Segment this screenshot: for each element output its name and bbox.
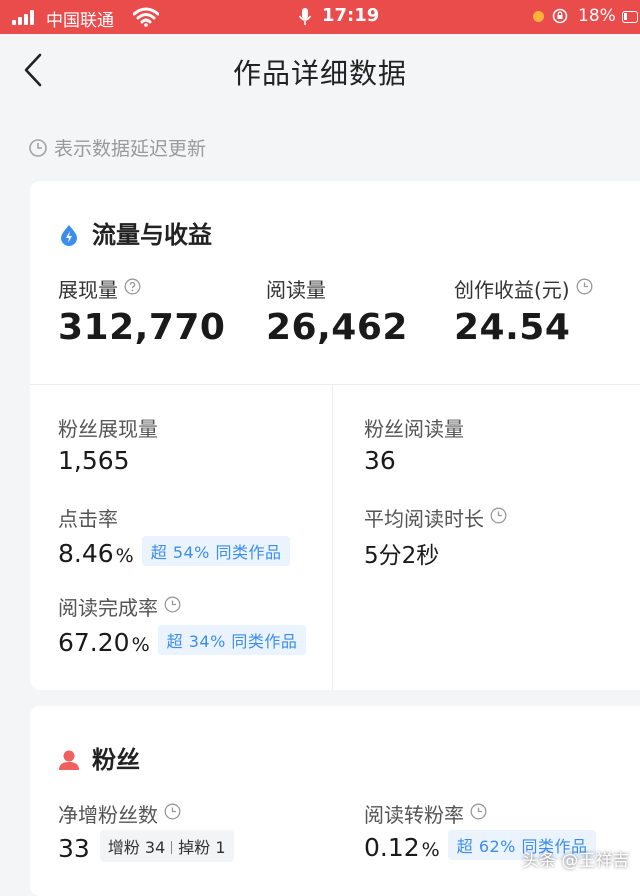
earnings-label: 创作收益(元) — [454, 274, 593, 303]
status-bar: 中国联通 17:19 18% — [0, 0, 640, 34]
earnings-label-text: 创作收益(元) — [454, 278, 570, 302]
lightning-drop-icon — [61, 225, 77, 246]
fan-reads-label: 粉丝阅读量 — [364, 417, 464, 441]
ctr-unit: % — [115, 545, 134, 567]
gain-loss-badge: 增粉 34 掉粉 1 — [99, 830, 234, 862]
net-gain-value: 33 增粉 34 掉粉 1 — [58, 830, 234, 863]
avg-read-time-label-text: 平均阅读时长 — [364, 507, 484, 531]
delay-notice: 表示数据延迟更新 — [28, 134, 206, 161]
fans-section-title: 粉丝 — [58, 740, 140, 775]
watermark: 头条 @王祥吉 — [522, 851, 630, 871]
fans-title-text: 粉丝 — [92, 746, 140, 774]
impressions-label-text: 展现量 — [58, 278, 118, 302]
completion-label-text: 阅读完成率 — [58, 596, 158, 620]
battery-percent: 18% — [578, 6, 616, 26]
rotation-lock-icon — [552, 8, 568, 24]
status-time: 17:19 — [322, 5, 380, 26]
divider — [332, 385, 333, 690]
clock-icon[interactable] — [470, 803, 487, 820]
completion-label: 阅读完成率 — [58, 592, 181, 621]
completion-number: 67.20 — [58, 628, 130, 657]
net-gain-label: 净增粉丝数 — [58, 799, 181, 828]
clock-icon[interactable] — [164, 803, 181, 820]
signal-icon — [12, 9, 38, 25]
clock-icon[interactable] — [576, 278, 593, 295]
conversion-number: 0.12 — [364, 833, 420, 862]
ctr-number: 8.46 — [58, 539, 114, 568]
clock-icon — [29, 139, 47, 157]
person-icon — [59, 750, 79, 770]
completion-unit: % — [131, 634, 150, 656]
conversion-label-text: 阅读转粉率 — [364, 803, 464, 827]
net-gain-number: 33 — [58, 834, 90, 863]
recording-dot-icon — [533, 11, 544, 22]
help-icon[interactable] — [124, 278, 141, 295]
traffic-title-text: 流量与收益 — [92, 221, 212, 249]
impressions-value: 312,770 — [58, 307, 226, 348]
fan-reads-value: 36 — [364, 446, 396, 475]
clock-icon[interactable] — [490, 507, 507, 524]
traffic-earnings-card: 流量与收益 展现量 312,770 阅读量 26,462 创作收益(元) 24.… — [30, 181, 640, 690]
avg-read-time-label: 平均阅读时长 — [364, 503, 507, 532]
earnings-value: 24.54 — [454, 307, 571, 348]
fan-impressions-value: 1,565 — [58, 446, 130, 475]
conversion-label: 阅读转粉率 — [364, 799, 487, 828]
impressions-label: 展现量 — [58, 274, 141, 303]
reads-label: 阅读量 — [266, 278, 326, 302]
wifi-icon — [133, 7, 159, 27]
battery-icon — [622, 11, 638, 23]
nav-bar: 作品详细数据 — [0, 34, 640, 110]
gain-count: 增粉 34 — [107, 838, 166, 857]
clock-icon[interactable] — [164, 596, 181, 613]
conversion-unit: % — [421, 839, 440, 861]
divider — [30, 384, 640, 385]
loss-count: 掉粉 1 — [178, 838, 226, 857]
page-title: 作品详细数据 — [232, 57, 407, 90]
ctr-compare-badge: 超 54% 同类作品 — [141, 536, 291, 566]
fan-impressions-label: 粉丝展现量 — [58, 417, 158, 441]
delay-notice-text: 表示数据延迟更新 — [54, 138, 207, 160]
microphone-icon — [298, 8, 312, 25]
carrier-name: 中国联通 — [46, 11, 114, 31]
completion-value: 67.20% 超 34% 同类作品 — [58, 625, 307, 657]
ctr-label: 点击率 — [58, 507, 118, 531]
completion-compare-badge: 超 34% 同类作品 — [157, 625, 307, 655]
reads-value: 26,462 — [266, 307, 408, 348]
avg-read-time-value: 5分2秒 — [364, 543, 440, 569]
net-gain-label-text: 净增粉丝数 — [58, 803, 158, 827]
ctr-value: 8.46% 超 54% 同类作品 — [58, 536, 291, 568]
traffic-section-title: 流量与收益 — [58, 215, 212, 250]
